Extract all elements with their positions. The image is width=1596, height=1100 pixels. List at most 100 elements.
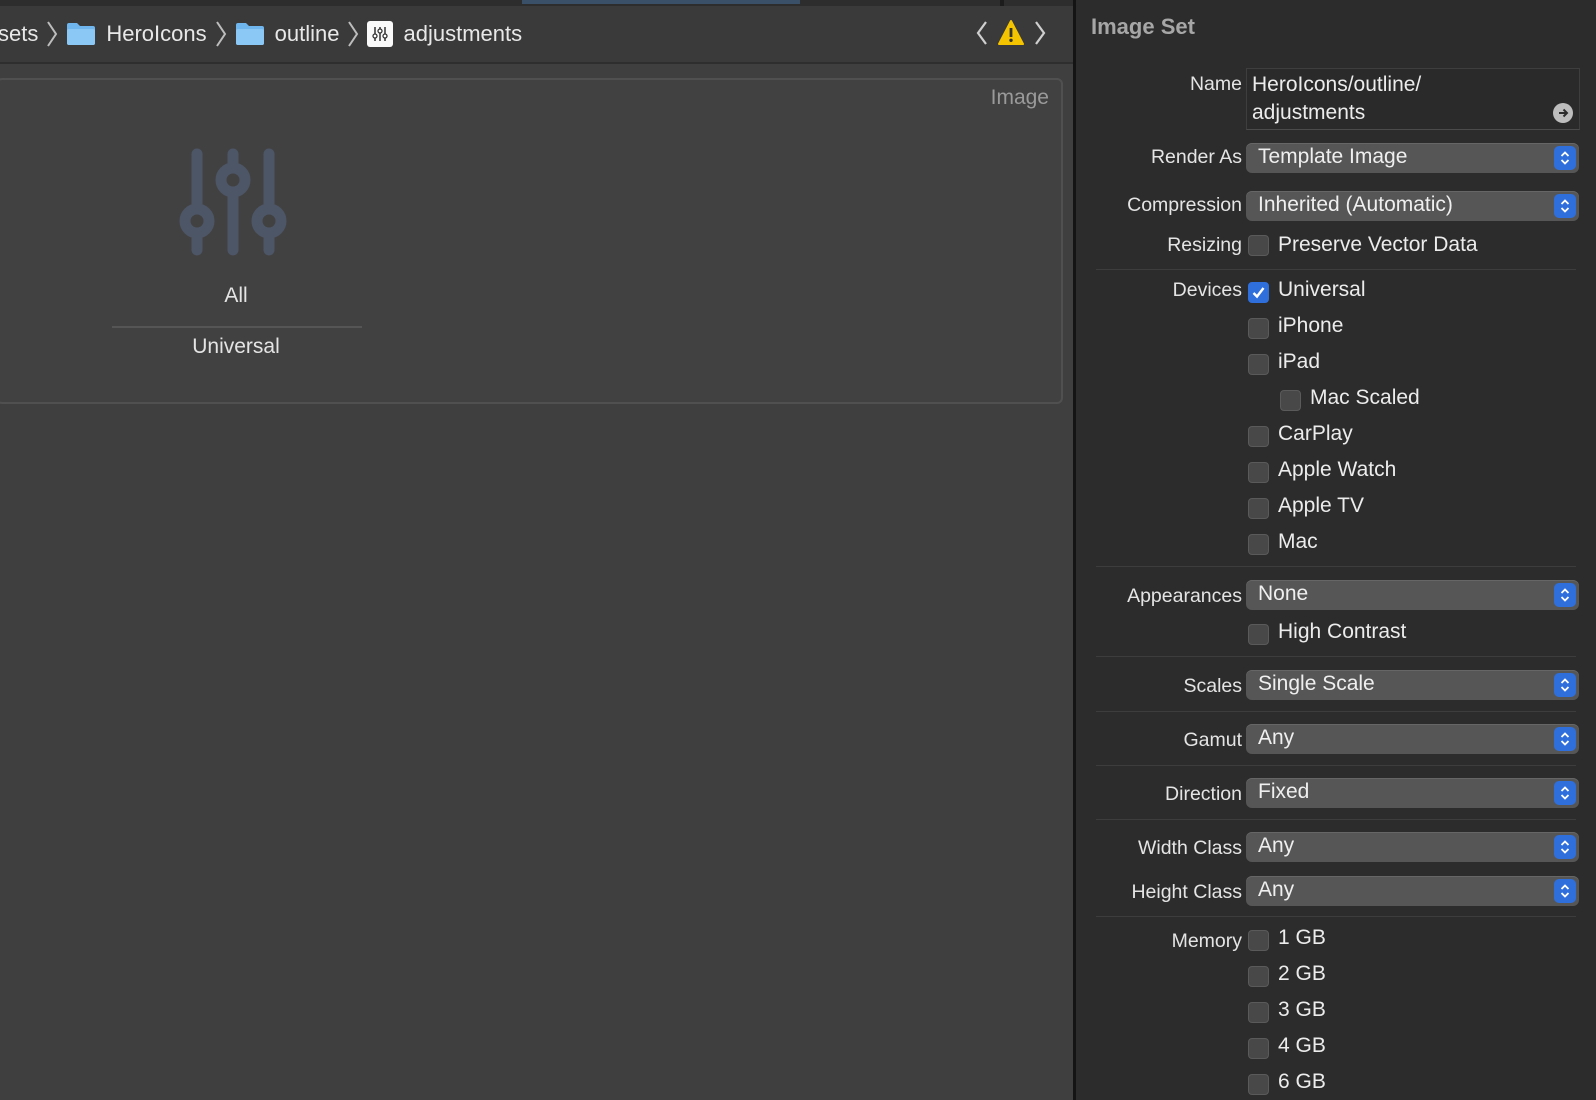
device-iphone-label: iPhone [1278, 314, 1344, 337]
section-divider [1096, 711, 1576, 712]
height-class-value: Any [1258, 878, 1295, 901]
appearances-value: None [1258, 582, 1309, 605]
popup-stepper-icon [1554, 146, 1576, 170]
scales-value: Single Scale [1258, 672, 1375, 695]
device-mac-scaled-checkbox[interactable] [1280, 390, 1301, 411]
memory-2gb-checkbox[interactable] [1248, 966, 1269, 987]
folder-icon [235, 23, 264, 45]
memory-label: Memory [1171, 930, 1242, 952]
render-as-label: Render As [1150, 146, 1242, 168]
jump-bar: sets HeroIcons outline adjustments [0, 6, 1073, 64]
width-class-label: Width Class [1137, 837, 1242, 859]
memory-3gb-checkbox[interactable] [1248, 1002, 1269, 1023]
preserve-vector-checkbox[interactable] [1248, 235, 1269, 256]
device-apple-watch-label: Apple Watch [1278, 458, 1397, 481]
breadcrumb-assets[interactable]: sets [0, 21, 38, 47]
device-apple-tv-label: Apple TV [1278, 494, 1364, 517]
popup-stepper-icon [1554, 879, 1576, 903]
scales-label: Scales [1183, 675, 1242, 697]
memory-6gb-checkbox[interactable] [1248, 1074, 1269, 1095]
height-class-label: Height Class [1131, 881, 1242, 903]
direction-label: Direction [1165, 783, 1242, 805]
chevron-left-icon[interactable] [973, 18, 991, 48]
memory-3gb-label: 3 GB [1278, 998, 1326, 1021]
image-asset-icon [367, 21, 394, 47]
popup-stepper-icon [1554, 727, 1576, 751]
gamut-label: Gamut [1183, 729, 1242, 751]
width-class-popup[interactable]: Any [1246, 832, 1579, 862]
slot-title: All [224, 284, 248, 307]
section-divider [1096, 819, 1576, 820]
active-tab-indicator [522, 0, 800, 4]
high-contrast-label: High Contrast [1278, 620, 1407, 643]
device-mac-scaled-label: Mac Scaled [1310, 386, 1420, 409]
memory-2gb-label: 2 GB [1278, 962, 1326, 985]
section-divider [1096, 765, 1576, 766]
memory-6gb-label: 6 GB [1278, 1070, 1326, 1093]
checkmark-icon [1252, 287, 1265, 299]
breadcrumb-heroicons[interactable]: HeroIcons [66, 21, 207, 47]
appearances-label: Appearances [1127, 585, 1242, 607]
adjustments-icon[interactable] [173, 146, 293, 271]
width-class-value: Any [1258, 834, 1295, 857]
name-label: Name [1189, 73, 1242, 95]
device-apple-tv-checkbox[interactable] [1248, 498, 1269, 519]
render-as-popup[interactable]: Template Image [1246, 143, 1579, 173]
warning-triangle-icon[interactable] [997, 19, 1025, 47]
device-iphone-checkbox[interactable] [1248, 318, 1269, 339]
breadcrumb-outline[interactable]: outline [235, 21, 339, 47]
preserve-vector-label: Preserve Vector Data [1278, 233, 1478, 256]
section-divider [1096, 916, 1576, 917]
name-value-line1: HeroIcons/outline/ [1252, 73, 1422, 96]
device-carplay-checkbox[interactable] [1248, 426, 1269, 447]
memory-4gb-label: 4 GB [1278, 1034, 1326, 1057]
high-contrast-checkbox[interactable] [1248, 624, 1269, 645]
device-mac-label: Mac [1278, 530, 1318, 553]
arrow-right-circle-icon[interactable] [1553, 103, 1573, 123]
name-value-line2: adjustments [1252, 101, 1366, 124]
image-set-label: Image [990, 86, 1049, 109]
popup-stepper-icon [1554, 583, 1576, 607]
gamut-popup[interactable]: Any [1246, 724, 1579, 754]
breadcrumb-label: adjustments [403, 21, 523, 46]
memory-1gb-label: 1 GB [1278, 926, 1326, 949]
render-as-value: Template Image [1258, 145, 1408, 168]
popup-stepper-icon [1554, 781, 1576, 805]
compression-value: Inherited (Automatic) [1258, 193, 1453, 216]
section-divider [1096, 656, 1576, 657]
image-set-well: Image All Universal [0, 78, 1063, 404]
chevron-right-icon[interactable] [1031, 18, 1049, 48]
attributes-inspector: Image Set Name HeroIcons/outline/ adjust… [1076, 0, 1596, 1100]
inspector-title: Image Set [1091, 14, 1195, 39]
device-universal-label: Universal [1278, 278, 1366, 301]
device-mac-checkbox[interactable] [1248, 534, 1269, 555]
direction-popup[interactable]: Fixed [1246, 778, 1579, 808]
compression-label: Compression [1127, 194, 1242, 216]
device-ipad-checkbox[interactable] [1248, 354, 1269, 375]
memory-1gb-checkbox[interactable] [1248, 930, 1269, 951]
popup-stepper-icon [1554, 194, 1576, 218]
compression-popup[interactable]: Inherited (Automatic) [1246, 191, 1579, 221]
resizing-label: Resizing [1167, 234, 1242, 256]
device-ipad-label: iPad [1278, 350, 1321, 373]
device-apple-watch-checkbox[interactable] [1248, 462, 1269, 483]
section-divider [1096, 566, 1576, 567]
asset-editor: sets HeroIcons outline adjustments Image… [0, 0, 1073, 1100]
device-carplay-label: CarPlay [1278, 422, 1353, 445]
direction-value: Fixed [1258, 780, 1310, 803]
memory-4gb-checkbox[interactable] [1248, 1038, 1269, 1059]
section-divider [1096, 269, 1576, 270]
height-class-popup[interactable]: Any [1246, 876, 1579, 906]
popup-stepper-icon [1554, 835, 1576, 859]
appearances-popup[interactable]: None [1246, 580, 1579, 610]
breadcrumb-label: sets [0, 21, 39, 46]
devices-label: Devices [1172, 279, 1242, 301]
folder-icon [67, 23, 96, 45]
scales-popup[interactable]: Single Scale [1246, 670, 1579, 700]
device-universal-checkbox[interactable] [1248, 282, 1269, 303]
slot-subtitle: Universal [192, 335, 280, 358]
name-field[interactable]: HeroIcons/outline/ adjustments [1246, 68, 1580, 130]
breadcrumb-adjustments[interactable]: adjustments [367, 21, 522, 47]
breadcrumb-label: HeroIcons [106, 21, 207, 46]
popup-stepper-icon [1554, 673, 1576, 697]
